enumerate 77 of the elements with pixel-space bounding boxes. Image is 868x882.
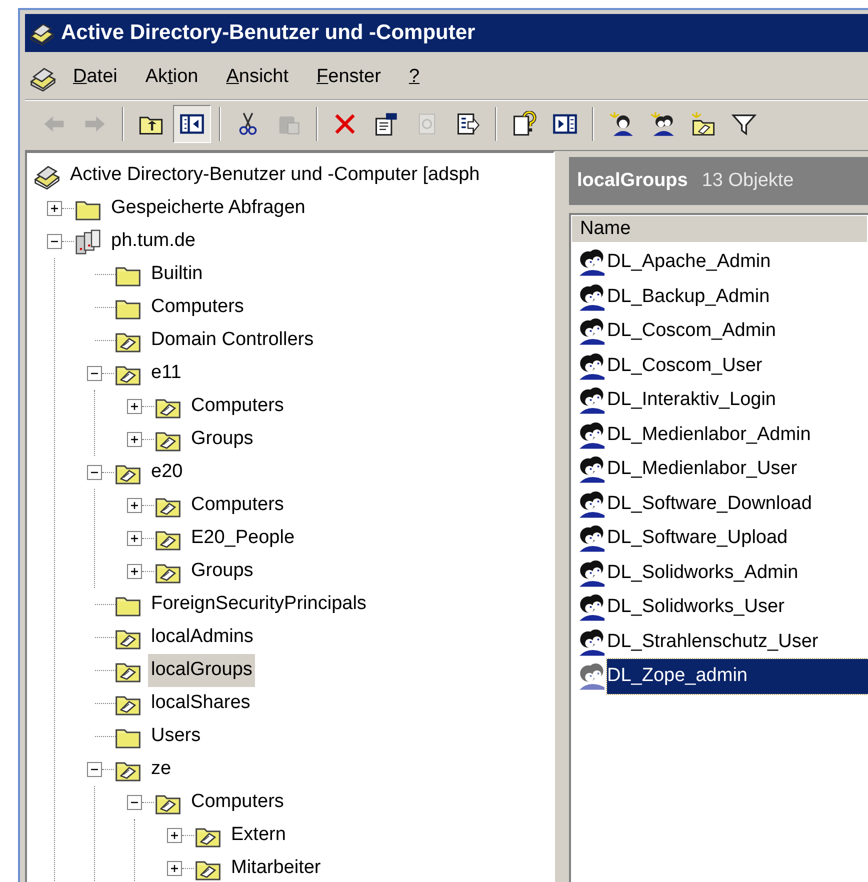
list-item[interactable]: DL_Coscom_Admin xyxy=(607,314,868,348)
people-icon xyxy=(577,454,607,484)
people-icon xyxy=(577,523,607,554)
tree-item[interactable]: E20_People xyxy=(188,522,298,555)
tree-item[interactable]: ze xyxy=(148,753,174,786)
people-icon xyxy=(577,247,607,278)
menu-item[interactable]: Ansicht xyxy=(214,59,301,96)
people-icon xyxy=(577,316,607,346)
collapse-box[interactable] xyxy=(127,795,142,810)
people-icon xyxy=(577,558,607,588)
list-item[interactable]: DL_Zope_admin xyxy=(607,659,868,694)
list-item[interactable]: DL_Solidworks_User xyxy=(607,590,868,624)
expand-box[interactable] xyxy=(127,399,142,414)
tree-item[interactable]: Computers xyxy=(188,390,287,423)
tree-item[interactable]: Domain Controllers xyxy=(148,324,317,357)
people-icon xyxy=(577,661,607,692)
tree-item[interactable]: localAdmins xyxy=(148,621,256,654)
list-item[interactable]: DL_Solidworks_Admin xyxy=(607,556,868,590)
list-item[interactable]: DL_Interaktiv_Login xyxy=(607,383,868,418)
list-item[interactable]: DL_Medienlabor_Admin xyxy=(607,418,868,452)
tree-item[interactable]: Groups xyxy=(188,555,256,588)
tree-item[interactable]: Mitarbeiter xyxy=(228,852,324,882)
expand-box[interactable] xyxy=(47,201,62,216)
collapse-box[interactable] xyxy=(87,762,102,777)
tree-item[interactable]: Computers xyxy=(188,786,287,819)
expand-box[interactable] xyxy=(167,828,182,843)
menu-item[interactable]: Datei xyxy=(61,59,130,96)
tree-item[interactable]: localGroups xyxy=(148,654,256,687)
list-item[interactable]: DL_Backup_Admin xyxy=(607,280,868,314)
tree-item[interactable]: Computers xyxy=(148,291,247,324)
tree-item[interactable]: e20 xyxy=(148,456,186,489)
tree-item[interactable]: Computers xyxy=(188,489,287,522)
menu-item[interactable]: ? xyxy=(396,59,432,96)
pane-title: localGroups xyxy=(577,168,688,193)
document-icon xyxy=(373,110,399,136)
list-item[interactable]: DL_Strahlenschutz_User xyxy=(607,624,868,659)
tree-item[interactable]: e11 xyxy=(148,357,184,390)
collapse-box[interactable] xyxy=(87,366,102,381)
column-header[interactable]: Name xyxy=(571,215,868,243)
tree-item[interactable]: ph.tum.de xyxy=(108,225,198,258)
window-title: Active Directory-Benutzer und -Computer xyxy=(61,20,476,46)
tree-item[interactable]: ForeignSecurityPrincipals xyxy=(148,588,370,621)
people-icon xyxy=(577,626,607,657)
person-icon xyxy=(608,110,634,136)
tree-item[interactable]: Groups xyxy=(188,423,256,456)
people-icon xyxy=(577,420,607,450)
collapse-box[interactable] xyxy=(47,234,62,249)
help-icon xyxy=(511,110,537,136)
menu-item[interactable]: Aktion xyxy=(133,59,210,96)
tree-item[interactable]: Builtin xyxy=(148,258,206,291)
expand-box[interactable] xyxy=(127,498,142,513)
object-count: 13 Objekte xyxy=(702,168,794,193)
list-arrow-icon xyxy=(455,110,481,136)
list-item[interactable]: DL_Software_Download xyxy=(607,486,868,521)
people-icon xyxy=(577,592,607,622)
tree-item[interactable]: Extern xyxy=(228,819,289,852)
tree-item[interactable]: Active Directory-Benutzer und -Computer [adsph xyxy=(67,159,483,192)
toolbar-button[interactable] xyxy=(173,104,211,142)
tree-item[interactable]: localShares xyxy=(148,687,254,720)
list-item[interactable]: DL_Medienlabor_User xyxy=(607,452,868,486)
expand-box[interactable] xyxy=(127,531,142,546)
people-icon xyxy=(577,488,607,519)
expand-box[interactable] xyxy=(127,564,142,579)
list-item[interactable]: DL_Apache_Admin xyxy=(607,245,868,280)
people-icon xyxy=(577,385,607,416)
menu-item[interactable]: Fenster xyxy=(304,59,393,96)
expand-box[interactable] xyxy=(167,861,182,876)
tree-item[interactable]: Users xyxy=(148,720,204,753)
collapse-box[interactable] xyxy=(87,465,102,480)
tree-item[interactable]: Gespeicherte Abfragen xyxy=(108,192,308,225)
people-icon xyxy=(577,282,607,312)
people-icon xyxy=(577,350,607,381)
list-item[interactable]: DL_Coscom_User xyxy=(607,348,868,383)
expand-box[interactable] xyxy=(127,432,142,447)
people-icon xyxy=(649,110,675,136)
servers-icon xyxy=(74,228,102,256)
list-item[interactable]: DL_Software_Upload xyxy=(607,521,868,556)
